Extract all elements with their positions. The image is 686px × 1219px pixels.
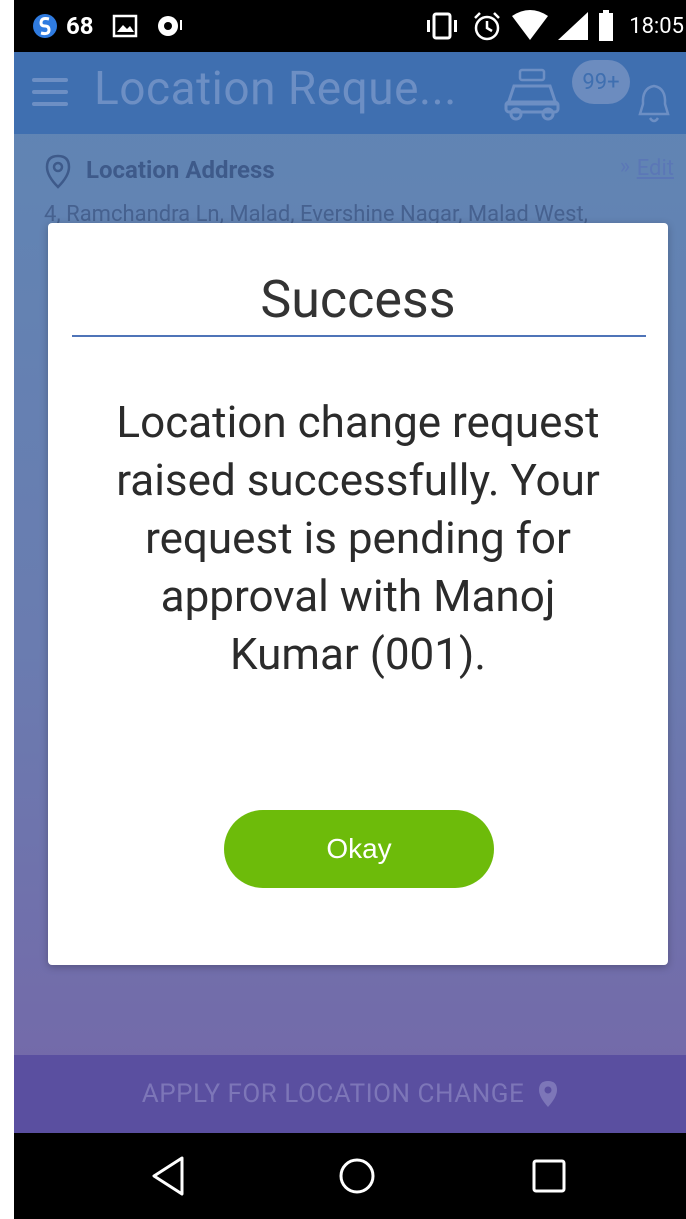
record-icon <box>158 16 182 36</box>
battery-icon <box>599 10 613 41</box>
success-dialog: Success Location change request raised s… <box>48 223 668 965</box>
dialog-title: Success <box>260 269 456 330</box>
notification-badge[interactable]: 99+ <box>572 60 630 104</box>
alarm-icon <box>474 12 500 41</box>
okay-button[interactable]: Okay <box>224 810 494 888</box>
bell-icon[interactable] <box>634 82 674 126</box>
dialog-divider <box>72 335 646 337</box>
car-icon[interactable] <box>502 66 562 122</box>
location-pin-icon <box>45 154 71 189</box>
phone-screen: 68 18:05 Location Reque... 99+ Location … <box>14 0 686 1219</box>
image-icon <box>112 14 138 38</box>
signal-icon <box>558 12 588 40</box>
location-header: Location Address » Edit <box>44 154 674 190</box>
menu-icon[interactable] <box>32 78 68 108</box>
double-chevron-icon: » <box>619 154 630 179</box>
notification-count: 68 <box>66 12 94 40</box>
status-bar: 68 18:05 <box>14 0 686 52</box>
home-icon[interactable] <box>334 1153 380 1199</box>
recents-icon[interactable] <box>526 1153 572 1199</box>
wifi-icon <box>512 10 548 40</box>
app-bar: Location Reque... 99+ <box>14 52 686 134</box>
apply-button-label: APPLY FOR LOCATION CHANGE <box>141 1079 525 1109</box>
vibrate-icon <box>427 12 457 40</box>
edit-link[interactable]: Edit <box>637 156 674 181</box>
page-title: Location Reque... <box>94 62 457 116</box>
location-label: Location Address <box>86 156 275 184</box>
dialog-message: Location change request raised successfu… <box>116 396 600 680</box>
apply-location-change-button[interactable]: APPLY FOR LOCATION CHANGE <box>14 1055 686 1133</box>
app-logo-icon <box>33 14 57 38</box>
navigation-bar <box>14 1133 686 1219</box>
map-pin-icon <box>539 1081 558 1107</box>
back-icon[interactable] <box>146 1153 192 1199</box>
clock: 18:05 <box>629 13 684 39</box>
